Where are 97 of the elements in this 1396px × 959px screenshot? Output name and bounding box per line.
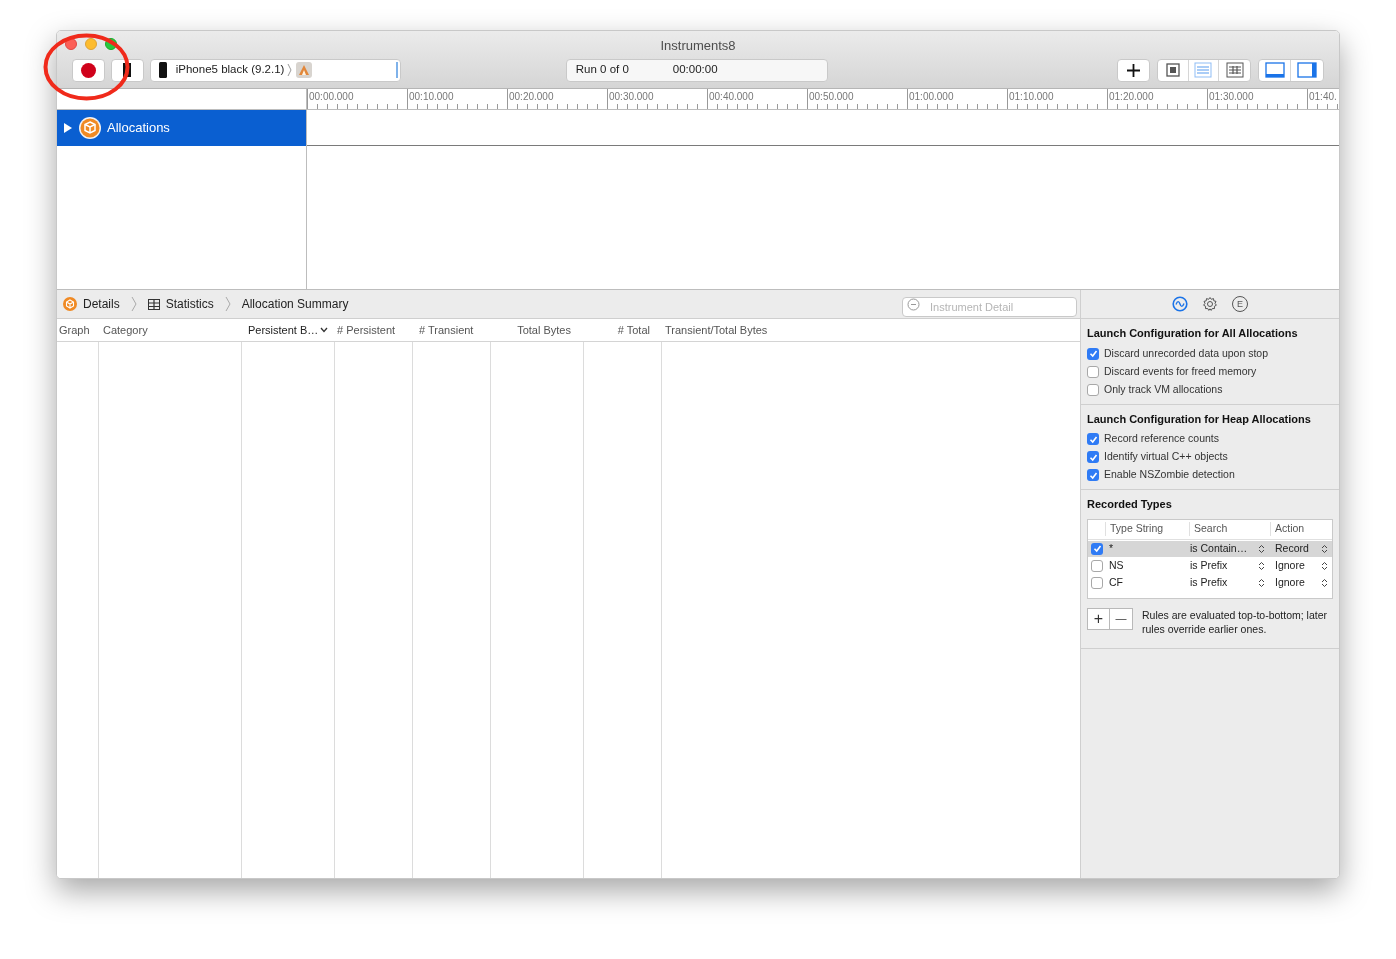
table-cell-text: NS: [1108, 557, 1125, 573]
popup-value[interactable]: Ignore: [1275, 557, 1305, 574]
option-label: Record reference counts: [1104, 431, 1219, 447]
column-header[interactable]: # Transient: [413, 319, 491, 341]
column-header[interactable]: Search: [1190, 522, 1271, 536]
popup-value[interactable]: Ignore: [1275, 574, 1305, 591]
tick-label: 01:30.000: [1209, 91, 1254, 103]
breadcrumb-item[interactable]: Statistics: [147, 295, 214, 313]
wave-icon: [1172, 296, 1188, 312]
bottom-panel-icon: [1264, 62, 1285, 78]
remove-button[interactable]: —: [1110, 608, 1132, 629]
stepper-icon[interactable]: [1321, 543, 1328, 554]
table-icon: [1225, 62, 1244, 78]
column-header[interactable]: Type String: [1106, 522, 1190, 536]
section-title: Recorded Types: [1087, 497, 1173, 512]
gear-icon: [1202, 296, 1218, 312]
grid-icon: [147, 298, 160, 310]
stepper-icon[interactable]: [1258, 543, 1265, 554]
chevron-icon: [130, 296, 137, 312]
phone-icon: [158, 62, 167, 78]
tick-label: 01:40.: [1309, 91, 1337, 103]
popup-value[interactable]: is Prefix: [1190, 557, 1228, 574]
column-header[interactable]: # Total: [584, 319, 662, 341]
tick-label: 01:10.000: [1009, 91, 1054, 103]
right-panel-icon: [1297, 62, 1318, 78]
search-field[interactable]: Instrument Detail: [902, 297, 1077, 317]
tick-label: 00:10.000: [409, 91, 454, 103]
column-header[interactable]: # Persistent: [335, 319, 413, 341]
checkbox[interactable]: [1091, 542, 1103, 555]
checkbox[interactable]: [1087, 347, 1099, 360]
stepper-icon[interactable]: [1321, 560, 1328, 571]
track-name: Allocations: [107, 119, 170, 138]
popup-value[interactable]: Record: [1275, 540, 1309, 557]
stepper-icon[interactable]: [1258, 560, 1265, 571]
column-header[interactable]: Transient/Total Bytes: [662, 319, 1080, 341]
inspector-tab[interactable]: [1202, 296, 1218, 312]
inspector-tab[interactable]: [1172, 296, 1188, 312]
sort-chevron-icon: [320, 327, 329, 333]
add-button[interactable]: +: [1088, 608, 1110, 629]
option-label: Discard unrecorded data upon stop: [1104, 345, 1269, 361]
breadcrumb-item[interactable]: Details: [63, 295, 120, 313]
tick-label: 01:00.000: [909, 91, 954, 103]
allocations-icon: [63, 297, 77, 311]
type-row[interactable]: * is Contain… Record: [1088, 540, 1332, 557]
checkbox[interactable]: [1087, 469, 1099, 481]
tick-label: 00:20.000: [509, 91, 554, 103]
track-row[interactable]: Allocations: [57, 110, 306, 146]
column-header[interactable]: Category: [99, 319, 242, 341]
help-text: Rules are evaluated top-to-bottom; later rules override earlier ones.: [1142, 607, 1329, 636]
type-row[interactable]: CF is Prefix Ignore: [1088, 574, 1332, 591]
window-title: Instruments8: [660, 37, 736, 55]
run-counter: Run 0 of 0: [575, 62, 630, 78]
chevron-icon: [224, 296, 231, 312]
option-label: Enable NSZombie detection: [1104, 467, 1235, 483]
column-header[interactable]: Total Bytes: [491, 319, 584, 341]
tick-label: 00:50.000: [809, 91, 854, 103]
record-icon: [80, 62, 96, 78]
popup-value[interactable]: is Prefix: [1190, 574, 1228, 591]
target-selector[interactable]: iPhone5 black (9.2.1): [149, 58, 401, 82]
column-header[interactable]: Persistent B…: [242, 319, 335, 341]
table-cell-text: *: [1108, 540, 1115, 556]
option-label: Only track VM allocations: [1104, 381, 1223, 397]
type-row[interactable]: NS is Prefix Ignore: [1088, 557, 1332, 574]
plus-icon: [1126, 63, 1140, 77]
tick-label: 00:40.000: [709, 91, 754, 103]
elapsed-time: 00:00:00: [672, 62, 718, 78]
column-header[interactable]: Graph: [57, 319, 99, 341]
breadcrumb-item[interactable]: Allocation Summary: [241, 295, 349, 313]
chevron-icon: [287, 63, 293, 77]
stepper-icon[interactable]: [1321, 577, 1328, 588]
column-header[interactable]: Action: [1271, 522, 1332, 536]
checkbox[interactable]: [1091, 576, 1103, 589]
section-title: Launch Configuration for Heap Allocations: [1087, 411, 1312, 427]
add-instrument-button[interactable]: [1116, 58, 1150, 82]
chip-icon: [1163, 62, 1182, 78]
filter-icon: [907, 298, 920, 311]
stepper-icon[interactable]: [1258, 577, 1265, 588]
disclosure-icon[interactable]: [63, 123, 73, 133]
device-name: iPhone5 black (9.2.1): [175, 62, 285, 78]
checkbox[interactable]: [1087, 433, 1099, 445]
tick-label: 00:00.000: [309, 91, 354, 103]
checkbox[interactable]: [1091, 559, 1103, 572]
stop-icon: [122, 63, 133, 77]
app-icon: [296, 62, 313, 78]
checkbox[interactable]: [1087, 383, 1099, 396]
table-cell-text: CF: [1108, 574, 1124, 590]
record-button[interactable]: [72, 58, 105, 82]
tick-label: 00:30.000: [609, 91, 654, 103]
tick-label: 01:20.000: [1109, 91, 1154, 103]
option-label: Discard events for freed memory: [1104, 363, 1257, 379]
allocations-icon: [79, 117, 101, 139]
checkbox[interactable]: [1087, 451, 1099, 463]
section-title: Launch Configuration for All Allocations: [1087, 326, 1299, 341]
popup-value[interactable]: is Contain…: [1190, 540, 1248, 557]
list-icon: [1194, 62, 1213, 78]
checkbox[interactable]: [1087, 365, 1099, 378]
option-label: Identify virtual C++ objects: [1104, 449, 1228, 465]
